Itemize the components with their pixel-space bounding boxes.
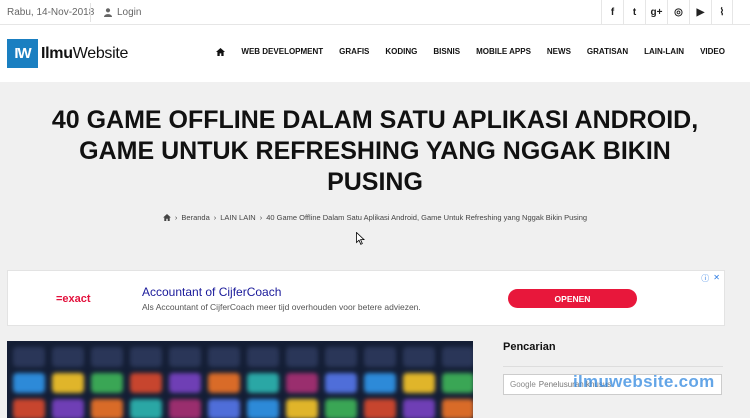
youtube-icon[interactable]: ▶ — [689, 0, 711, 25]
top-bar: Rabu, 14-Nov-2018 Login f t g+ ◎ ▶ ⌇ — [0, 0, 750, 25]
chevron-right-icon: › — [259, 213, 263, 222]
site-logo[interactable]: IW IlmuWebsite — [7, 39, 128, 68]
nav-grafis[interactable]: GRAFIS — [339, 47, 369, 56]
breadcrumb-current: 40 Game Offline Dalam Satu Aplikasi Andr… — [266, 213, 588, 222]
sidebar-heading-search: Pencarian — [503, 341, 556, 353]
image-tile — [130, 373, 162, 393]
nav-mobile-apps[interactable]: MOBILE APPS — [476, 47, 531, 56]
nav-video[interactable]: VIDEO — [700, 47, 725, 56]
image-tile — [52, 399, 84, 418]
nav-koding[interactable]: KODING — [385, 47, 417, 56]
facebook-icon[interactable]: f — [601, 0, 623, 25]
home-icon[interactable] — [162, 214, 171, 221]
ad-brand-logo[interactable]: =exact — [56, 293, 91, 305]
chevron-right-icon: › — [213, 213, 217, 222]
close-icon[interactable]: ✕ — [713, 273, 720, 284]
image-tile — [91, 373, 123, 393]
nav-bisnis[interactable]: BISNIS — [433, 47, 460, 56]
current-date: Rabu, 14-Nov-2018 — [7, 7, 95, 18]
image-tile — [247, 347, 279, 367]
divider — [503, 366, 723, 367]
logo-mark: IW — [7, 39, 38, 68]
image-tile — [91, 347, 123, 367]
image-tile — [130, 399, 162, 418]
image-tile — [442, 347, 473, 367]
nav-home[interactable] — [216, 47, 226, 56]
article-title: 40 GAME OFFLINE DALAM SATU APLIKASI ANDR… — [0, 105, 750, 198]
image-tile — [364, 399, 396, 418]
mouse-cursor-icon — [356, 232, 365, 245]
image-tile — [325, 347, 357, 367]
site-header: IW IlmuWebsite WEB DEVELOPMENT GRAFIS KO… — [0, 25, 750, 82]
image-tile — [286, 347, 318, 367]
ad-banner[interactable]: =exact Accountant of CijferCoach Als Acc… — [7, 270, 725, 326]
login-link[interactable]: Login — [104, 7, 141, 18]
user-icon — [104, 8, 112, 17]
logo-text-ilmu: Ilmu — [41, 44, 73, 62]
breadcrumb: › Beranda › LAIN LAIN › 40 Game Offline … — [0, 213, 750, 222]
site-watermark: ilmuwebsite.com — [573, 372, 715, 391]
social-links: f t g+ ◎ ▶ ⌇ — [601, 0, 733, 25]
image-tile — [169, 347, 201, 367]
article-title-line-1: 40 GAME OFFLINE DALAM SATU APLIKASI ANDR… — [51, 106, 699, 134]
breadcrumb-category[interactable]: LAIN LAIN — [220, 213, 255, 222]
image-tile — [325, 373, 357, 393]
image-tile — [403, 373, 435, 393]
breadcrumb-home[interactable]: Beranda — [181, 213, 209, 222]
image-tile — [247, 373, 279, 393]
article-hero: 40 GAME OFFLINE DALAM SATU APLIKASI ANDR… — [0, 82, 750, 258]
chevron-right-icon: › — [174, 213, 178, 222]
logo-text-website: Website — [72, 44, 129, 62]
image-tile — [169, 399, 201, 418]
featured-image[interactable] — [7, 341, 473, 418]
image-tile — [208, 373, 240, 393]
login-label: Login — [117, 7, 142, 18]
home-icon — [216, 47, 226, 56]
nav-gratisan[interactable]: GRATISAN — [587, 47, 628, 56]
image-tile — [169, 373, 201, 393]
google-label: Google — [510, 380, 536, 389]
logo-text: IlmuWebsite — [41, 45, 128, 63]
info-icon[interactable]: ⓘ — [701, 273, 709, 284]
image-tile — [13, 373, 45, 393]
nav-lain-lain[interactable]: LAIN-LAIN — [644, 47, 684, 56]
google-plus-icon[interactable]: g+ — [645, 0, 667, 25]
ad-description: Als Accountant of CijferCoach meer tijd … — [142, 302, 421, 312]
image-tile — [286, 373, 318, 393]
image-tile — [364, 347, 396, 367]
ad-controls: ⓘ ✕ — [701, 273, 720, 284]
image-tile — [442, 399, 473, 418]
featured-image-content — [7, 341, 473, 418]
image-tile — [442, 373, 473, 393]
article-title-line-2: GAME UNTUK REFRESHING YANG NGGAK BIKIN — [79, 137, 671, 165]
rss-icon[interactable]: ⌇ — [711, 0, 733, 25]
ad-title[interactable]: Accountant of CijferCoach — [142, 285, 281, 299]
image-tile — [52, 347, 84, 367]
image-tile — [13, 399, 45, 418]
article-title-line-3: PUSING — [327, 168, 423, 196]
nav-news[interactable]: NEWS — [547, 47, 571, 56]
instagram-icon[interactable]: ◎ — [667, 0, 689, 25]
sidebar: Pencarian Google Penelusuran khusus — [503, 341, 723, 395]
divider — [90, 3, 91, 22]
image-tile — [247, 399, 279, 418]
image-tile — [208, 399, 240, 418]
image-tile — [325, 399, 357, 418]
nav-web-development[interactable]: WEB DEVELOPMENT — [241, 47, 323, 56]
image-tile — [130, 347, 162, 367]
image-tile — [403, 347, 435, 367]
main-nav: WEB DEVELOPMENT GRAFIS KODING BISNIS MOB… — [216, 47, 725, 56]
image-tile — [364, 373, 396, 393]
image-tile — [52, 373, 84, 393]
image-tile — [91, 399, 123, 418]
image-tile — [13, 347, 45, 367]
twitter-icon[interactable]: t — [623, 0, 645, 25]
ad-cta-button[interactable]: OPENEN — [508, 289, 637, 308]
image-tile — [403, 399, 435, 418]
image-tile — [208, 347, 240, 367]
image-tile — [286, 399, 318, 418]
